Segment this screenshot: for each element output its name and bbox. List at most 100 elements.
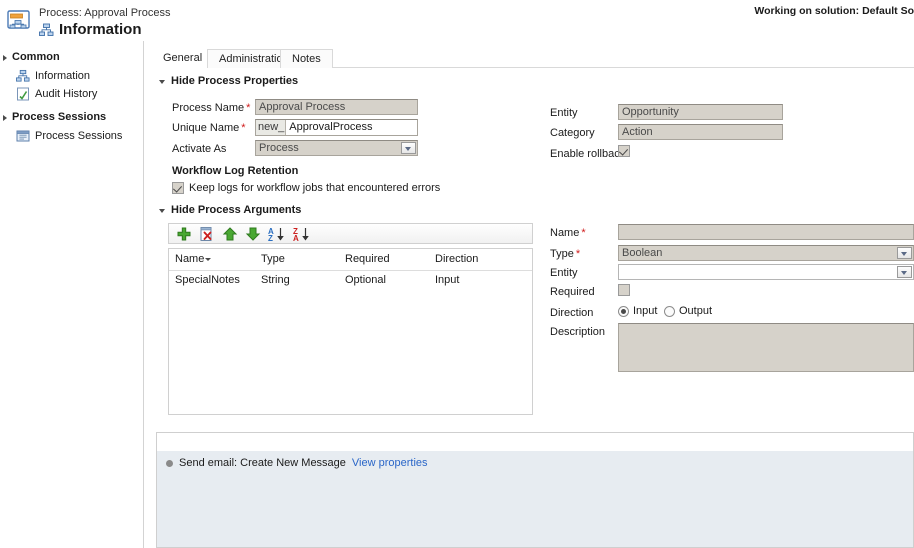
sort-descending-button[interactable]: Z A (293, 226, 311, 243)
cell-direction: Input (435, 274, 460, 286)
process-properties-section-label: Hide Process Properties (171, 75, 299, 87)
main-content: General Administration Notes Hide Proces… (148, 41, 914, 548)
radio-output[interactable] (664, 305, 675, 317)
process-node-icon (39, 23, 54, 37)
argument-entity-select[interactable] (618, 264, 914, 280)
add-argument-button[interactable] (176, 226, 192, 242)
sidebar-item-audit-history-label: Audit History (35, 88, 98, 100)
step-bullet-icon (166, 459, 173, 467)
page-title-row: Information (39, 21, 142, 38)
sidebar-item-information-label: Information (35, 70, 91, 82)
chevron-down-icon[interactable] (401, 142, 416, 154)
move-up-button[interactable] (222, 226, 238, 242)
sort-caret-icon (205, 257, 212, 261)
chevron-down-icon (159, 209, 165, 213)
unique-name-label: Unique Name * (172, 122, 246, 134)
argument-description-label: Description (550, 326, 606, 338)
required-asterisk: * (246, 102, 251, 114)
enable-rollback-label: Enable rollback (550, 148, 626, 160)
delete-argument-button[interactable] (199, 226, 215, 242)
nav-group-process-sessions[interactable]: Process Sessions (0, 107, 143, 127)
direction-radio-input[interactable]: Input (618, 305, 657, 317)
activate-as-select[interactable]: Process (255, 140, 418, 156)
cell-type: String (261, 274, 290, 286)
keep-logs-checkbox[interactable] (172, 182, 184, 194)
radio-input-selected[interactable] (618, 305, 629, 317)
direction-option-input-label: Input (633, 305, 658, 317)
process-sessions-icon (16, 129, 30, 143)
enable-rollback-checkbox[interactable] (618, 145, 630, 157)
sidebar-item-process-sessions[interactable]: Process Sessions (0, 127, 143, 145)
column-header-name[interactable]: Name (169, 253, 261, 265)
page-title-text: Information (59, 21, 142, 38)
cell-name: SpecialNotes (175, 274, 240, 286)
chevron-down-icon (159, 80, 165, 84)
chevron-down-icon[interactable] (897, 247, 912, 259)
entity-input: Opportunity (618, 104, 783, 120)
required-asterisk: * (581, 227, 586, 239)
move-down-button[interactable] (245, 226, 261, 242)
argument-type-select[interactable]: Boolean (618, 245, 914, 261)
process-name-label: Process Name * (172, 102, 251, 114)
svg-text:A: A (293, 234, 299, 242)
process-window-icon (7, 9, 33, 33)
arguments-toolbar: A Z Z A (168, 223, 533, 244)
breadcrumb: Process: Approval Process (39, 7, 171, 19)
chevron-down-icon[interactable] (897, 266, 912, 278)
workflow-log-retention-title: Workflow Log Retention (172, 165, 299, 177)
category-input: Action (618, 124, 783, 140)
nav-group-process-sessions-label: Process Sessions (12, 111, 107, 123)
direction-option-output-label: Output (679, 305, 713, 317)
unique-name-input[interactable]: ApprovalProcess (286, 120, 375, 135)
svg-text:Z: Z (268, 234, 273, 242)
steps-panel-header (157, 433, 913, 451)
process-information-page: Process: Approval Process Information Wo… (0, 0, 914, 548)
argument-name-label: Name * (550, 227, 586, 239)
argument-required-label: Required (550, 286, 595, 298)
sort-ascending-button[interactable]: A Z (268, 226, 286, 243)
keep-logs-label: Keep logs for workflow jobs that encount… (189, 182, 441, 194)
tab-notes[interactable]: Notes (280, 49, 333, 68)
column-header-required[interactable]: Required (345, 253, 435, 265)
tab-general[interactable]: General (152, 49, 214, 68)
list-item[interactable]: Send email: Create New Message View prop… (157, 451, 913, 469)
process-steps-panel: Send email: Create New Message View prop… (156, 432, 914, 548)
process-arguments-section-toggle[interactable]: Hide Process Arguments (159, 204, 301, 216)
argument-direction-label: Direction (550, 307, 594, 319)
unique-name-field[interactable]: new_ ApprovalProcess (255, 119, 418, 136)
entity-label: Entity (550, 107, 578, 119)
step-text: Send email: Create New Message (179, 457, 346, 469)
argument-required-checkbox[interactable] (618, 284, 630, 296)
process-node-icon (16, 69, 30, 83)
argument-type-label: Type * (550, 248, 581, 260)
nav-group-common[interactable]: Common (0, 47, 143, 67)
view-properties-link[interactable]: View properties (352, 457, 428, 469)
nav-group-common-label: Common (12, 51, 60, 63)
direction-radio-output[interactable]: Output (664, 305, 712, 317)
argument-description-textarea[interactable] (618, 323, 914, 372)
process-properties-section-toggle[interactable]: Hide Process Properties (159, 75, 298, 87)
chevron-right-icon (3, 115, 7, 121)
sidebar-item-process-sessions-label: Process Sessions (35, 130, 123, 142)
chevron-right-icon (3, 55, 7, 61)
unique-name-prefix: new_ (256, 120, 287, 135)
argument-type-value: Boolean (622, 247, 663, 259)
sidebar-item-audit-history[interactable]: Audit History (0, 85, 143, 103)
category-label: Category (550, 127, 595, 139)
column-header-type[interactable]: Type (261, 253, 345, 265)
page-header: Process: Approval Process Information Wo… (0, 0, 914, 41)
cell-required: Optional (345, 274, 386, 286)
process-name-input[interactable]: Approval Process (255, 99, 418, 115)
arguments-grid: Name Type Required Direction SpecialNote… (168, 248, 533, 415)
table-row[interactable]: SpecialNotes String Optional Input (169, 271, 532, 289)
required-asterisk: * (241, 122, 246, 134)
arguments-grid-header: Name Type Required Direction (169, 249, 532, 271)
argument-name-input[interactable] (618, 224, 914, 240)
sidebar-item-information[interactable]: Information (0, 67, 143, 85)
tab-bar: General Administration Notes (152, 46, 914, 68)
steps-list: Send email: Create New Message View prop… (157, 451, 913, 547)
activate-as-value: Process (259, 142, 299, 154)
left-navigation: Common Information Audit History Process… (0, 41, 144, 548)
audit-history-icon (16, 87, 30, 101)
column-header-direction[interactable]: Direction (435, 253, 525, 265)
